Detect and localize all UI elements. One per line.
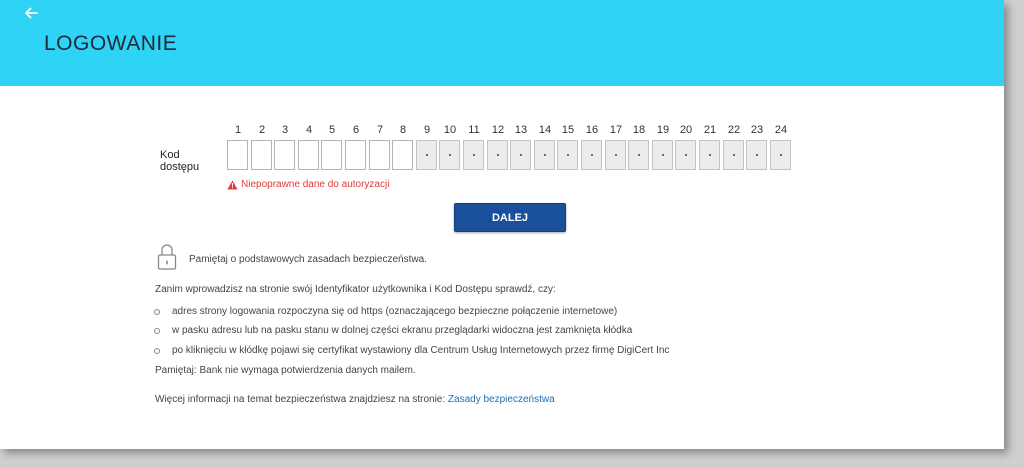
security-rules-link[interactable]: Zasady bezpieczeństwa xyxy=(448,394,555,405)
code-position-number: 8 xyxy=(399,124,407,136)
code-position-number: 21 xyxy=(703,124,717,136)
page-title: LOGOWANIE xyxy=(44,32,178,55)
code-digit-disabled-19 xyxy=(652,140,673,170)
code-position-number: 19 xyxy=(656,124,670,136)
code-position-number: 15 xyxy=(561,124,575,136)
dot-icon xyxy=(756,154,758,156)
dot-icon xyxy=(780,154,782,156)
code-position-number: 1 xyxy=(234,124,242,136)
bullet-icon xyxy=(154,328,160,334)
warning-triangle-icon xyxy=(227,180,238,189)
code-position-number: 10 xyxy=(443,124,457,136)
code-digit-disabled-16 xyxy=(581,140,602,170)
security-reminder: Pamiętaj: Bank nie wymaga potwierdzenia … xyxy=(155,365,416,376)
dot-icon xyxy=(473,154,475,156)
security-intro: Zanim wprowadzisz na stronie swój Identy… xyxy=(155,284,556,295)
code-position-number: 9 xyxy=(423,124,431,136)
code-digit-disabled-18 xyxy=(628,140,649,170)
dot-icon xyxy=(544,154,546,156)
code-digit-input-3[interactable] xyxy=(274,140,295,170)
code-digit-input-2[interactable] xyxy=(251,140,272,170)
code-position-number: 3 xyxy=(281,124,289,136)
code-digit-disabled-15 xyxy=(557,140,578,170)
dot-icon xyxy=(449,154,451,156)
code-digit-disabled-9 xyxy=(416,140,437,170)
code-digit-disabled-22 xyxy=(723,140,744,170)
error-message: Niepoprawne dane do autoryzacji xyxy=(227,179,389,190)
dot-icon xyxy=(426,154,428,156)
access-code-label: Kod dostępu xyxy=(160,149,200,173)
security-heading: Pamiętaj o podstawowych zasadach bezpiec… xyxy=(189,254,427,265)
code-position-number: 23 xyxy=(750,124,764,136)
padlock-icon xyxy=(157,244,177,270)
dot-icon xyxy=(662,154,664,156)
login-panel: LOGOWANIE Kod dostępu 1 2 3 4 5 6 7 8 9 10 11 12 13 1… xyxy=(0,0,1004,449)
code-position-number: 12 xyxy=(491,124,505,136)
code-position-number: 5 xyxy=(328,124,336,136)
security-bullet-certificate: po kliknięciu w kłódkę pojawi się certyf… xyxy=(172,345,670,356)
dot-icon xyxy=(615,154,617,156)
code-digit-disabled-23 xyxy=(746,140,767,170)
error-text: Niepoprawne dane do autoryzacji xyxy=(241,179,390,190)
code-position-number: 7 xyxy=(376,124,384,136)
code-position-number: 11 xyxy=(468,124,480,136)
bullet-icon xyxy=(154,348,160,354)
code-position-number: 18 xyxy=(632,124,646,136)
bullet-icon xyxy=(154,309,160,315)
code-digit-disabled-11 xyxy=(463,140,484,170)
code-digit-disabled-10 xyxy=(439,140,460,170)
dot-icon xyxy=(497,154,499,156)
code-digit-disabled-14 xyxy=(534,140,555,170)
code-position-number: 24 xyxy=(774,124,788,136)
code-digit-input-7[interactable] xyxy=(369,140,390,170)
dot-icon xyxy=(520,154,522,156)
code-digit-input-8[interactable] xyxy=(392,140,413,170)
next-button[interactable]: DALEJ xyxy=(454,203,566,232)
more-info-line: Więcej informacji na temat bezpieczeństw… xyxy=(155,394,555,405)
code-digit-input-5[interactable] xyxy=(321,140,342,170)
code-position-number: 22 xyxy=(727,124,741,136)
security-bullet-https: adres strony logowania rozpoczyna się od… xyxy=(172,306,618,317)
dot-icon xyxy=(709,154,711,156)
security-bullet-padlock: w pasku adresu lub na pasku stanu w doln… xyxy=(172,325,633,336)
code-digit-input-4[interactable] xyxy=(298,140,319,170)
code-position-number: 17 xyxy=(609,124,623,136)
code-position-number: 4 xyxy=(305,124,313,136)
code-digit-disabled-13 xyxy=(510,140,531,170)
dot-icon xyxy=(567,154,569,156)
code-position-number: 20 xyxy=(679,124,693,136)
dot-icon xyxy=(685,154,687,156)
code-digit-input-1[interactable] xyxy=(227,140,248,170)
code-digit-disabled-17 xyxy=(605,140,626,170)
dot-icon xyxy=(591,154,593,156)
code-digit-disabled-20 xyxy=(675,140,696,170)
code-position-number: 6 xyxy=(352,124,360,136)
code-position-number: 13 xyxy=(514,124,528,136)
code-digit-input-6[interactable] xyxy=(345,140,366,170)
arrow-left-icon[interactable] xyxy=(22,4,40,22)
code-position-number: 2 xyxy=(258,124,266,136)
code-digit-disabled-24 xyxy=(770,140,791,170)
more-info-text: Więcej informacji na temat bezpieczeństw… xyxy=(155,394,448,405)
header-bar: LOGOWANIE xyxy=(0,0,1004,86)
code-digit-disabled-21 xyxy=(699,140,720,170)
code-position-number: 14 xyxy=(538,124,552,136)
dot-icon xyxy=(733,154,735,156)
code-digit-disabled-12 xyxy=(487,140,508,170)
dot-icon xyxy=(638,154,640,156)
code-position-number: 16 xyxy=(585,124,599,136)
